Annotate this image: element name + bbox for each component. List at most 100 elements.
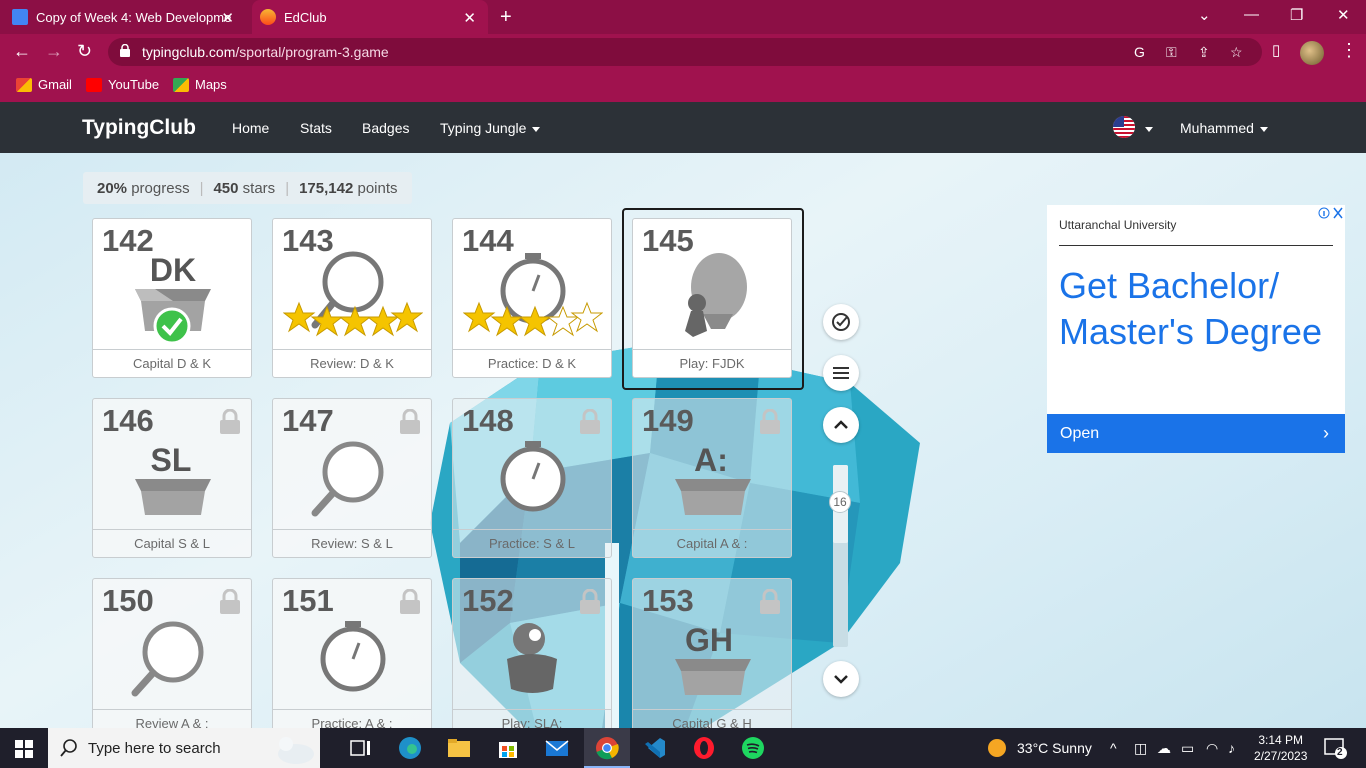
password-key-icon[interactable]: ⚿ <box>1166 44 1177 61</box>
restore-icon[interactable]: ❐ <box>1290 6 1303 24</box>
edge-browser-icon[interactable] <box>398 736 422 760</box>
close-tab-icon[interactable]: ✕ <box>463 9 476 27</box>
check-circle-icon <box>832 313 850 331</box>
close-window-icon[interactable]: ✕ <box>1337 6 1350 24</box>
url-bar[interactable]: typingclub.com/sportal/program-3.game G … <box>108 38 1262 66</box>
forward-icon[interactable]: → <box>45 41 63 62</box>
ad-cta-label: Open <box>1060 425 1100 442</box>
chevron-up-icon[interactable]: ^ <box>1110 740 1117 756</box>
menu-button[interactable] <box>823 355 859 391</box>
nav-badges[interactable]: Badges <box>362 120 409 136</box>
share-icon[interactable]: ⇪ <box>1198 44 1210 61</box>
mail-icon[interactable] <box>545 736 569 760</box>
bookmark-youtube[interactable]: YouTube <box>86 77 159 92</box>
address-toolbar: ← → ↻ typingclub.com/sportal/program-3.g… <box>0 34 1366 70</box>
lesson-card-151[interactable]: 151 Practice: A & : <box>272 578 432 728</box>
progress-label: progress <box>131 179 190 197</box>
chevron-right-icon: › <box>1323 423 1329 443</box>
google-lens-icon[interactable]: G <box>1134 44 1145 60</box>
lesson-map-area: 20% progress | 450 stars | 175,142 point… <box>0 153 1366 728</box>
svg-text:DK: DK <box>150 252 196 288</box>
system-clock[interactable]: 3:14 PM 2/27/2023 <box>1254 732 1307 764</box>
new-tab-icon[interactable]: + <box>500 6 512 29</box>
nav-home[interactable]: Home <box>232 120 269 136</box>
reload-icon[interactable]: ↻ <box>77 41 92 62</box>
nav-typing-jungle[interactable]: Typing Jungle <box>440 120 541 136</box>
lesson-card-143[interactable]: 143 Review: D & K <box>272 218 432 378</box>
profile-avatar[interactable] <box>1300 41 1324 65</box>
weather-text[interactable]: 33°C Sunny <box>1017 740 1092 756</box>
polar-bear-icon <box>278 737 314 764</box>
taskbar-search-box[interactable]: Type here to search <box>48 728 320 768</box>
box-icon: SL <box>135 442 211 515</box>
vscode-icon[interactable] <box>643 736 667 760</box>
close-tab-icon[interactable]: ✕ <box>221 9 234 27</box>
language-dropdown[interactable] <box>1139 120 1153 136</box>
stars-label: stars <box>242 179 276 197</box>
lesson-card-149[interactable]: 149 A: Capital A & : <box>632 398 792 558</box>
tab-google-docs[interactable]: Copy of Week 4: Web Developme ✕ <box>12 0 246 34</box>
task-view-icon[interactable] <box>349 736 373 760</box>
bookmark-star-icon[interactable]: ☆ <box>1230 44 1243 61</box>
tab-edclub[interactable]: EdClub ✕ <box>252 0 488 34</box>
volume-icon[interactable]: ♪ <box>1228 740 1235 756</box>
battery-icon[interactable]: ▭ <box>1181 740 1194 757</box>
ad-choices-close[interactable] <box>1317 205 1345 221</box>
notification-center-icon[interactable] <box>1324 738 1348 760</box>
site-navbar: TypingClub Home Stats Badges Typing Jung… <box>0 102 1366 153</box>
network-error-icon[interactable]: ☁ <box>1157 740 1171 757</box>
lesson-label: Capital S & L <box>93 529 251 557</box>
magnifier-icon <box>311 441 384 517</box>
separator: | <box>285 179 290 197</box>
side-panel-icon[interactable]: ▯ <box>1272 41 1280 59</box>
chevron-up-icon <box>834 420 848 429</box>
scroll-down-button[interactable] <box>823 661 859 697</box>
weather-sun-icon <box>988 739 1006 757</box>
lesson-card-152[interactable]: 152 Play: SLA: <box>452 578 612 728</box>
microsoft-store-icon[interactable] <box>496 736 520 760</box>
windows-start-icon[interactable] <box>15 740 33 758</box>
typingclub-logo[interactable]: TypingClub <box>82 116 196 140</box>
lesson-card-142[interactable]: 142 DK Capital D & K <box>92 218 252 378</box>
divider <box>1059 245 1333 246</box>
lesson-label: Review: D & K <box>273 349 431 377</box>
chrome-taskbar-active[interactable] <box>584 728 630 768</box>
lesson-card-153[interactable]: 153 GH Capital G & H <box>632 578 792 728</box>
wifi-icon[interactable]: ◠ <box>1206 740 1218 757</box>
scroll-position-badge: 16 <box>829 491 851 513</box>
lesson-card-148[interactable]: 148 Practice: S & L <box>452 398 612 558</box>
gmail-icon <box>16 77 32 92</box>
user-menu[interactable]: Muhammed <box>1180 120 1268 136</box>
bookmark-gmail[interactable]: Gmail <box>16 77 72 92</box>
box-icon: A: <box>675 442 751 515</box>
ad-headline[interactable]: Get Bachelor/ Master's Degree <box>1059 263 1329 355</box>
tab-title: Copy of Week 4: Web Developme <box>36 9 232 25</box>
progress-summary: 20% progress | 450 stars | 175,142 point… <box>83 172 412 204</box>
back-icon[interactable]: ← <box>13 41 31 62</box>
minimize-icon[interactable]: — <box>1244 6 1259 23</box>
youtube-icon <box>86 77 102 92</box>
menu-kebab-icon[interactable]: ⋮ <box>1340 40 1358 61</box>
ad-sponsor: Uttaranchal University <box>1059 218 1177 232</box>
spotify-icon[interactable] <box>741 736 765 760</box>
opera-icon[interactable] <box>692 736 716 760</box>
goal-check-button[interactable] <box>823 304 859 340</box>
scroll-up-button[interactable] <box>823 407 859 443</box>
clock-time: 3:14 PM <box>1258 733 1304 747</box>
meet-now-icon[interactable]: ◫ <box>1134 740 1147 757</box>
lesson-card-146[interactable]: 146 SL Capital S & L <box>92 398 252 558</box>
ad-open-button[interactable]: Open › <box>1047 414 1345 453</box>
lesson-card-150[interactable]: 150 Review A & : <box>92 578 252 728</box>
lesson-card-144[interactable]: 144 Practice: D & K <box>452 218 612 378</box>
points-label: points <box>357 179 398 197</box>
file-explorer-icon[interactable] <box>447 736 471 760</box>
nav-stats[interactable]: Stats <box>300 120 332 136</box>
bookmark-maps[interactable]: Maps <box>173 77 227 92</box>
lesson-card-145[interactable]: 145 Play: FJDK <box>632 218 792 378</box>
advertisement[interactable]: Uttaranchal University Get Bachelor/ Mas… <box>1047 205 1345 453</box>
magnifier-icon <box>131 621 204 697</box>
chevron-down-icon <box>532 126 541 132</box>
tab-search-chevron-icon[interactable]: ⌄ <box>1198 6 1211 24</box>
separator: | <box>199 179 204 197</box>
lesson-card-147[interactable]: 147 Review: S & L <box>272 398 432 558</box>
